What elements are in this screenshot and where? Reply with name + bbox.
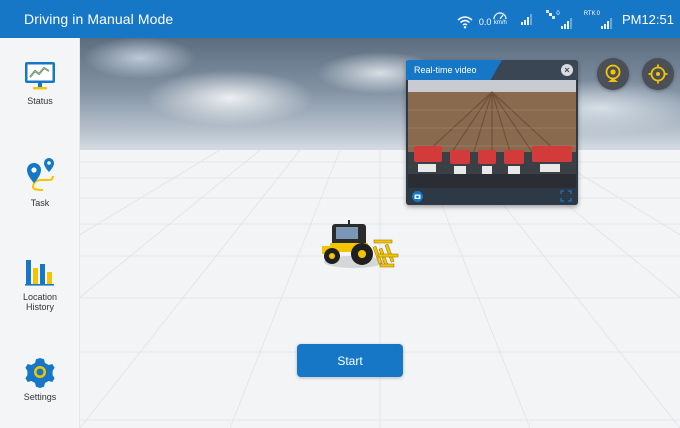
sidebar-item-label: Settings [23,392,57,402]
close-icon[interactable]: × [561,64,573,76]
video-footer [406,188,578,205]
sidebar-item-settings[interactable]: Settings [0,356,80,402]
sidebar-item-label: Task [30,198,50,208]
video-title: Real-time video [406,60,502,80]
bar-chart-icon [25,260,54,286]
video-feed [408,80,576,188]
sky-background [80,38,680,156]
map-scene[interactable]: Real-time video × Start [80,38,680,428]
camera-icon[interactable] [412,191,423,202]
status-bar: Driving in Manual Mode 0.0 km/h 0 RTK 0 … [0,0,680,38]
webcam-icon [605,64,621,82]
rtk-label: RTK [583,11,596,17]
wifi-icon [457,9,473,29]
speed-unit: km/h [493,19,507,26]
tractor-model [322,220,399,268]
crosshair-icon [648,64,668,84]
satellite-indicator: 0 [546,9,572,29]
camera-view-button[interactable] [597,58,629,90]
expand-icon[interactable] [560,190,572,202]
sidebar-item-label: Status [27,96,53,106]
ground-grid [80,150,680,428]
page-title: Driving in Manual Mode [24,11,174,27]
route-pin-icon [27,158,54,191]
real-time-video-panel[interactable]: Real-time video × [406,60,578,205]
sidebar-item-task[interactable]: Task [0,158,80,208]
satellite-count: 0 [556,11,560,17]
gear-icon [25,358,55,388]
satellite-icon [546,10,556,19]
sidebar: Status Task Location History Settings [0,38,80,428]
monitor-chart-icon [25,62,55,90]
start-button[interactable]: Start [297,344,403,377]
sidebar-item-label-line1: Location [22,292,58,302]
speed-readout: 0.0 km/h [478,11,508,27]
sidebar-item-status[interactable]: Status [0,60,80,106]
rtk-indicator: RTK 0 [584,9,612,29]
signal-strength-icon [521,13,533,25]
sidebar-item-location-history[interactable]: Location History [0,256,80,312]
locate-button[interactable] [642,58,674,90]
clock: PM12:51 [621,11,674,27]
speedometer-icon [493,11,507,19]
speed-value: 0.0 [478,16,492,27]
status-indicators: 0.0 km/h 0 RTK 0 PM12:51 [457,0,674,38]
rtk-status: 0 [596,11,600,17]
sidebar-item-label-line2: History [25,302,54,312]
